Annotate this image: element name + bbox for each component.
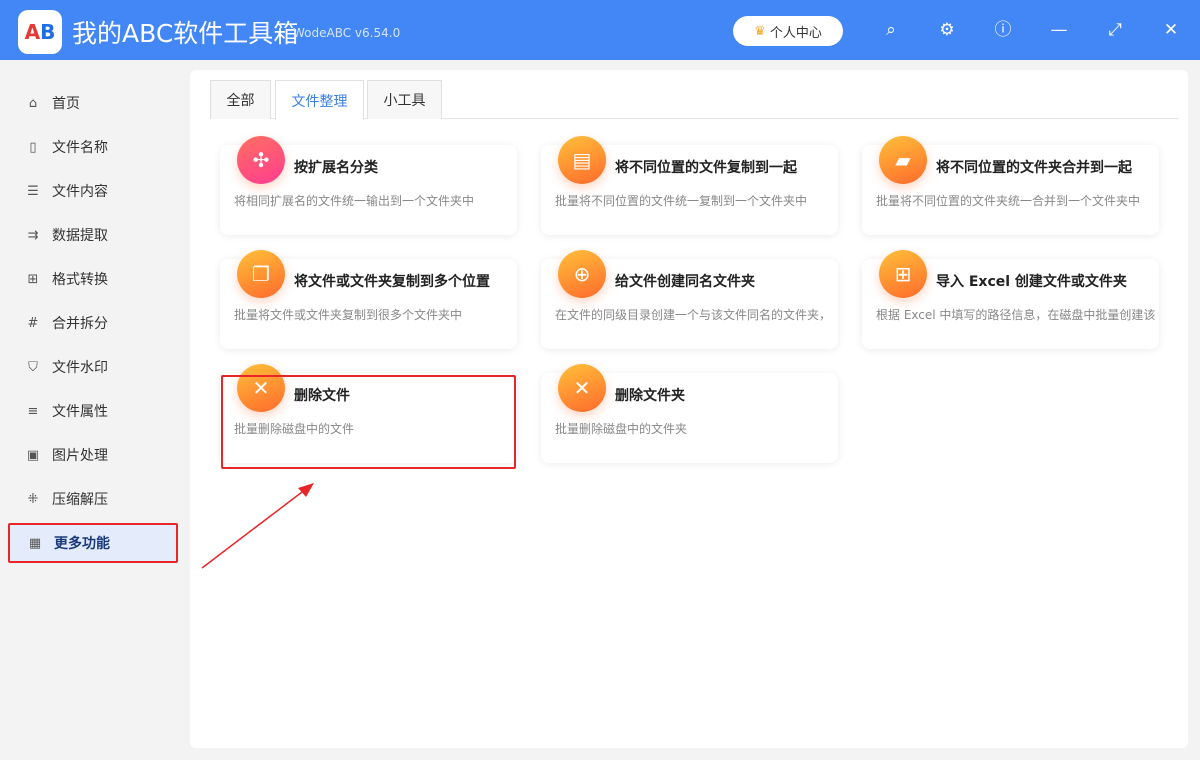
annotation-arrow — [201, 483, 314, 569]
